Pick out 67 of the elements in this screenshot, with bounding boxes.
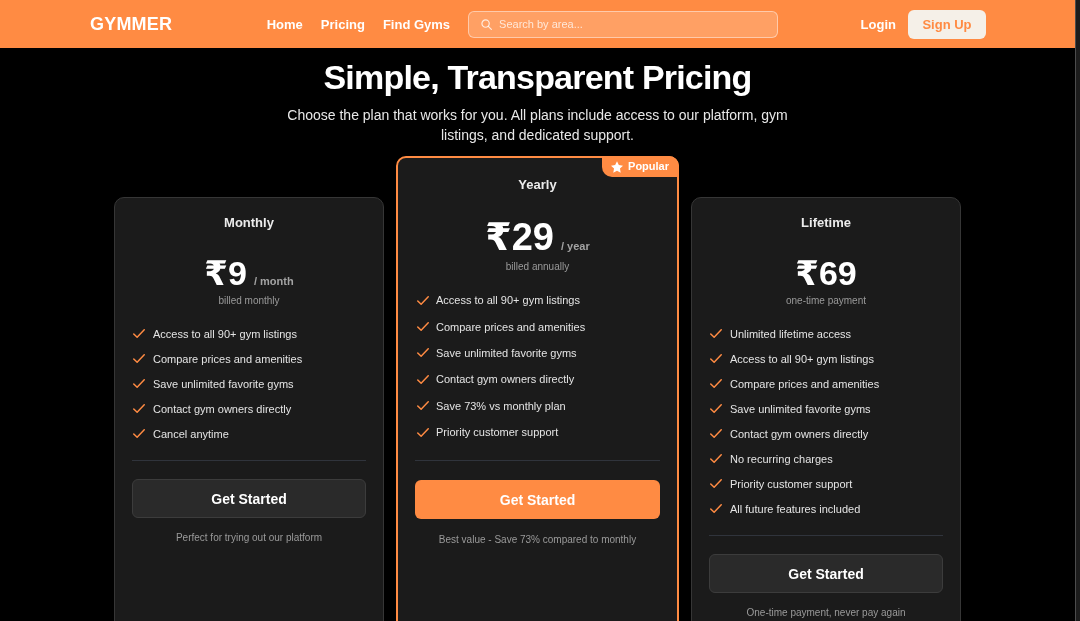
nav-link[interactable]: Pricing (320, 16, 365, 32)
get-started-button[interactable]: Get Started (415, 480, 660, 520)
plan-name: Yearly (517, 177, 558, 193)
feature-text: No recurring charges (730, 451, 833, 466)
feature-text: Compare prices and amenities (153, 351, 303, 366)
login-link[interactable]: Login (860, 16, 896, 32)
page-title: Simple, Transparent Pricing (323, 57, 752, 97)
check-icon (417, 374, 429, 384)
nav-link[interactable]: Home (266, 16, 303, 32)
check-icon (133, 329, 145, 338)
plan-name: Lifetime (800, 215, 852, 231)
check-icon (417, 322, 429, 332)
nav-link[interactable]: Find Gyms (382, 16, 451, 32)
feature-text: Priority customer support (730, 476, 853, 491)
check-icon (710, 454, 722, 463)
check-icon (417, 295, 429, 305)
check-icon (417, 427, 429, 437)
check-icon (133, 404, 145, 413)
plan-note: Perfect for trying out our platform (174, 531, 324, 544)
feature-text: Save unlimited favorite gyms (730, 401, 871, 416)
check-icon (710, 429, 722, 438)
plan-note: One-time payment, never pay again (745, 606, 907, 619)
feature-text: Access to all 90+ gym listings (730, 351, 874, 366)
plan-note: Best value - Save 73% compared to monthly (437, 533, 638, 547)
page-subtitle: Choose the plan that works for you. All plans include access to our platform, gym listings, and dedicated support. (286, 106, 789, 145)
feature-text: Save unlimited favorite gyms (153, 376, 294, 391)
billing-note: billed annually (504, 260, 571, 274)
feature-text: Contact gym owners directly (436, 372, 575, 387)
feature-text: Priority customer support (436, 425, 559, 440)
check-icon (710, 504, 722, 513)
feature-text: Contact gym owners directly (730, 426, 869, 441)
price-period: / month (253, 275, 294, 287)
feature-text: Compare prices and amenities (436, 319, 586, 334)
plan-price: ₹9 (204, 253, 247, 293)
check-icon (710, 404, 722, 413)
search-field[interactable]: Search by area... (468, 10, 779, 38)
get-started-button[interactable]: Get Started (132, 479, 366, 518)
check-icon (710, 329, 722, 338)
check-icon (133, 354, 145, 363)
billing-note: one-time payment (784, 294, 867, 308)
check-icon (417, 348, 429, 358)
feature-text: Cancel anytime (153, 426, 229, 441)
star-icon (611, 160, 624, 173)
feature-text: Access to all 90+ gym listings (153, 326, 297, 341)
check-icon (133, 379, 145, 388)
feature-text: Access to all 90+ gym listings (436, 293, 580, 308)
feature-text: Contact gym owners directly (153, 401, 292, 416)
feature-text: Save unlimited favorite gyms (436, 345, 577, 360)
search-icon (481, 18, 493, 30)
plan-price: ₹69 (795, 253, 857, 293)
brand-logo[interactable]: GYMMER (90, 13, 173, 35)
check-icon (710, 379, 722, 388)
check-icon (417, 401, 429, 411)
price-period: / year (561, 240, 590, 252)
feature-text: Compare prices and amenities (730, 376, 880, 391)
plan-name: Monthly (223, 215, 275, 231)
feature-text: Unlimited lifetime access (730, 326, 852, 341)
feature-text: All future features included (730, 501, 861, 516)
get-started-button[interactable]: Get Started (709, 554, 943, 593)
badge-label: Popular (628, 160, 669, 173)
signup-button[interactable]: Sign Up (908, 9, 986, 39)
plan-price: ₹29 (485, 215, 554, 259)
billing-note: billed monthly (217, 294, 281, 308)
check-icon (133, 429, 145, 438)
feature-text: Save 73% vs monthly plan (436, 398, 566, 413)
check-icon (710, 354, 722, 363)
check-icon (710, 479, 722, 488)
